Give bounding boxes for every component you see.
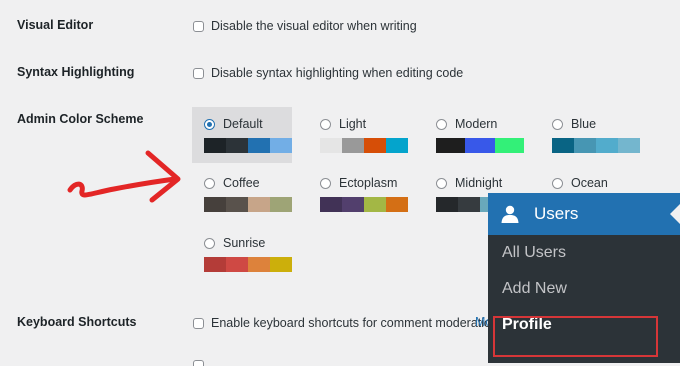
visual-editor-row[interactable]: Disable the visual editor when writing <box>193 19 417 33</box>
profile-highlight-box <box>493 316 658 357</box>
syntax-highlighting-row[interactable]: Disable syntax highlighting when editing… <box>193 66 463 80</box>
color-scheme-name: Blue <box>571 117 597 131</box>
syntax-highlighting-checkbox[interactable] <box>193 67 204 79</box>
color-scheme-coffee[interactable]: Coffee <box>192 166 292 222</box>
radio-icon[interactable] <box>204 118 215 130</box>
color-scheme-name: Midnight <box>455 176 503 190</box>
color-scheme-blue[interactable]: Blue <box>540 107 640 163</box>
keyboard-shortcuts-checkbox-label[interactable]: Enable keyboard shortcuts for comment mo… <box>211 316 501 330</box>
color-swatch <box>494 138 524 153</box>
color-swatch <box>270 197 292 212</box>
color-swatch <box>320 138 342 153</box>
menu-caret-icon <box>670 204 680 224</box>
color-scheme-sunrise[interactable]: Sunrise <box>192 226 292 282</box>
color-scheme-name: Light <box>339 117 367 131</box>
color-swatch <box>248 257 270 272</box>
users-icon <box>501 205 519 223</box>
color-swatch <box>248 197 270 212</box>
color-swatch <box>342 138 364 153</box>
color-swatch <box>386 138 408 153</box>
color-scheme-ectoplasm[interactable]: Ectoplasm <box>308 166 408 222</box>
color-swatch <box>320 197 342 212</box>
color-swatch <box>465 138 495 153</box>
color-scheme-name: Modern <box>455 117 498 131</box>
syntax-highlighting-checkbox-label[interactable]: Disable syntax highlighting when editing… <box>211 66 463 80</box>
users-menu-header[interactable]: Users <box>488 193 680 235</box>
radio-icon[interactable] <box>204 237 215 249</box>
color-scheme-modern[interactable]: Modern <box>424 107 524 163</box>
syntax-highlighting-label: Syntax Highlighting <box>17 65 135 79</box>
menu-item-add-new[interactable]: Add New <box>488 271 680 307</box>
radio-icon[interactable] <box>204 177 215 189</box>
color-swatches <box>320 197 408 212</box>
annotation-arrow-icon <box>67 150 181 203</box>
color-swatch <box>618 138 640 153</box>
menu-item-all-users[interactable]: All Users <box>488 235 680 271</box>
radio-icon[interactable] <box>552 118 563 130</box>
next-checkbox[interactable] <box>193 360 204 366</box>
color-swatch <box>270 257 292 272</box>
color-swatch <box>270 138 292 153</box>
radio-icon[interactable] <box>436 177 447 189</box>
radio-icon[interactable] <box>320 177 331 189</box>
color-swatch <box>574 138 596 153</box>
keyboard-shortcuts-label: Keyboard Shortcuts <box>17 315 137 329</box>
color-scheme-light[interactable]: Light <box>308 107 408 163</box>
color-scheme-name: Coffee <box>223 176 260 190</box>
color-swatch <box>552 138 574 153</box>
color-swatches <box>552 138 640 153</box>
profile-settings-page: { "settings": { "visual_editor": { "labe… <box>0 0 680 366</box>
color-swatches <box>204 138 292 153</box>
visual-editor-checkbox-label[interactable]: Disable the visual editor when writing <box>211 19 417 33</box>
keyboard-shortcuts-row[interactable]: Enable keyboard shortcuts for comment mo… <box>193 316 501 330</box>
color-scheme-name: Default <box>223 117 263 131</box>
visual-editor-checkbox[interactable] <box>193 20 204 32</box>
color-swatch <box>596 138 618 153</box>
radio-icon[interactable] <box>436 118 447 130</box>
color-swatches <box>436 138 524 153</box>
color-scheme-name: Ocean <box>571 176 608 190</box>
color-swatches <box>204 257 292 272</box>
color-swatch <box>226 257 248 272</box>
color-swatch <box>386 197 408 212</box>
color-swatch <box>226 138 248 153</box>
users-menu-title: Users <box>534 204 579 223</box>
color-swatch <box>436 138 466 153</box>
color-swatch <box>342 197 364 212</box>
color-swatch <box>204 197 226 212</box>
radio-icon[interactable] <box>552 177 563 189</box>
color-swatch <box>226 197 248 212</box>
color-swatch <box>204 257 226 272</box>
color-scheme-default[interactable]: Default <box>192 107 292 163</box>
color-swatch <box>204 138 226 153</box>
color-scheme-name: Ectoplasm <box>339 176 398 190</box>
visual-editor-label: Visual Editor <box>17 18 94 32</box>
color-swatch <box>436 197 458 212</box>
color-swatch <box>248 138 270 153</box>
color-swatch <box>458 197 480 212</box>
color-scheme-name: Sunrise <box>223 236 266 250</box>
color-swatches <box>320 138 408 153</box>
radio-icon[interactable] <box>320 118 331 130</box>
color-swatch <box>364 197 386 212</box>
color-swatches <box>204 197 292 212</box>
admin-color-scheme-label: Admin Color Scheme <box>17 112 144 126</box>
keyboard-shortcuts-checkbox[interactable] <box>193 317 204 329</box>
color-swatch <box>364 138 386 153</box>
